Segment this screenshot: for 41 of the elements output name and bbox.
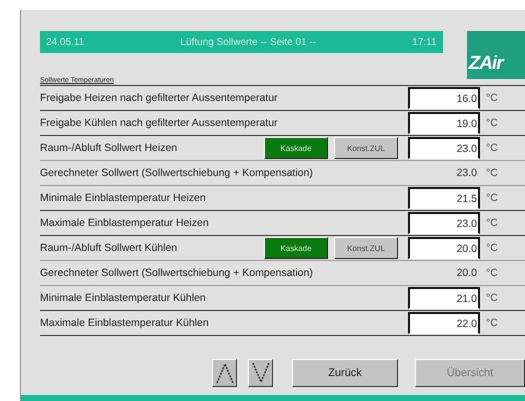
- unit-label: °C: [485, 117, 499, 129]
- unit-label: °C: [485, 267, 499, 279]
- unit-label: °C: [485, 292, 499, 304]
- nav-button[interactable]: Zurück: [292, 359, 398, 387]
- value-field[interactable]: 21.5: [408, 187, 480, 209]
- unit-label: °C: [485, 317, 499, 329]
- setting-label: Minimale Einblastemperatur Heizen: [40, 192, 207, 204]
- unit-label: °C: [485, 92, 499, 104]
- unit-label: °C: [485, 217, 499, 229]
- value-field[interactable]: 20.0: [408, 237, 480, 259]
- computed-value: 20.0: [456, 267, 478, 279]
- mode-button[interactable]: Kaskade: [264, 137, 328, 159]
- setting-label: Gerechneter Sollwert (Sollwertschiebung + Kompensation): [40, 167, 314, 179]
- setting-label: Raum-/Abluft Sollwert Kühlen: [40, 242, 178, 254]
- setting-label: Raum-/Abluft Sollwert Heizen: [40, 142, 178, 154]
- unit-label: °C: [485, 142, 499, 154]
- setting-label: Minimale Einblastemperatur Kühlen: [40, 292, 207, 304]
- value-field[interactable]: 23.0: [408, 212, 480, 234]
- page-down-button[interactable]: [248, 359, 273, 387]
- computed-value: 23.0: [456, 167, 478, 179]
- page-up-button[interactable]: [212, 359, 237, 387]
- unit-label: °C: [485, 167, 499, 179]
- mode-button[interactable]: Konst.ZUL: [334, 137, 398, 159]
- header-time: 17:11: [412, 36, 437, 48]
- setting-label: Gerechneter Sollwert (Sollwertschiebung + Kompensation): [40, 267, 314, 279]
- value-field[interactable]: 22.0: [408, 312, 480, 334]
- unit-label: °C: [485, 192, 499, 204]
- header-date: 24.05.11: [46, 36, 84, 48]
- value-field[interactable]: 21.0: [408, 287, 480, 309]
- logo: ZAir: [466, 31, 525, 79]
- value-field[interactable]: 19.0: [408, 112, 480, 134]
- header-title: Lüftung Sollwerte -- Seite 01 --: [180, 36, 316, 48]
- mode-button[interactable]: Kaskade: [264, 237, 328, 259]
- value-field[interactable]: 16.0: [408, 87, 480, 109]
- setting-label: Freigabe Kühlen nach gefilterter Aussentemperatur: [40, 117, 279, 129]
- setting-label: Freigabe Heizen nach gefilterter Aussentemperatur: [40, 92, 279, 104]
- value-field[interactable]: 23.0: [408, 137, 480, 159]
- unit-label: °C: [485, 242, 499, 254]
- setting-label: Maximale Einblastemperatur Kühlen: [40, 317, 210, 329]
- setting-label: Maximale Einblastemperatur Heizen: [40, 217, 210, 229]
- mode-button[interactable]: Konst.ZUL: [334, 237, 398, 259]
